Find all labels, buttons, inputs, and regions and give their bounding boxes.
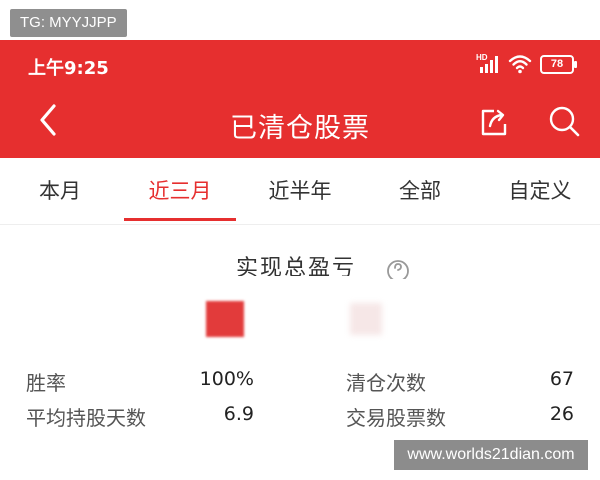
status-time: 上午9:25: [28, 58, 109, 79]
wifi-icon: [508, 55, 532, 74]
tab-last-three-months[interactable]: 近三月: [120, 158, 240, 224]
secondary-value-blurred: [350, 303, 382, 335]
tabs-divider: [0, 224, 600, 225]
help-icon[interactable]: [386, 255, 410, 279]
tab-last-half-year[interactable]: 近半年: [240, 158, 360, 224]
summary-title-text: 实现总盈亏: [236, 256, 357, 276]
tg-label: TG: MYYJJPP: [10, 9, 127, 37]
avg-hold-days-value: 6.9: [223, 403, 254, 425]
watermark: www.worlds21dian.com: [394, 440, 588, 470]
nav-row: 已清仓股票: [0, 88, 600, 158]
page-title: 已清仓股票: [230, 113, 370, 144]
signal-icon: HD: [476, 53, 500, 73]
win-rate-value: 100%: [199, 368, 254, 390]
tab-this-month[interactable]: 本月: [0, 158, 120, 224]
status-icons: HD 78: [476, 52, 577, 76]
app-header: 上午9:25 HD 78 已清仓股票: [0, 40, 600, 158]
tab-all[interactable]: 全部: [360, 158, 480, 224]
win-rate-label: 胜率: [26, 371, 66, 395]
top-strip: TG: MYYJJPP: [0, 0, 600, 40]
share-icon[interactable]: [478, 106, 510, 138]
summary-title: 实现总盈亏: [236, 254, 356, 276]
hd-label: HD: [476, 53, 488, 62]
traded-stocks-value: 26: [549, 403, 574, 425]
active-tab-indicator: [124, 218, 236, 221]
traded-stocks-label: 交易股票数: [346, 406, 446, 430]
battery-icon: 78: [540, 54, 577, 74]
avg-hold-days-label: 平均持股天数: [26, 406, 146, 430]
close-count-value: 67: [549, 368, 574, 390]
close-count-label: 清仓次数: [346, 371, 426, 395]
realized-pnl-blurred: [206, 301, 244, 337]
search-icon[interactable]: [547, 104, 581, 138]
tab-custom[interactable]: 自定义: [480, 158, 600, 224]
period-tabs: 本月 近三月 近半年 全部 自定义: [0, 158, 600, 224]
